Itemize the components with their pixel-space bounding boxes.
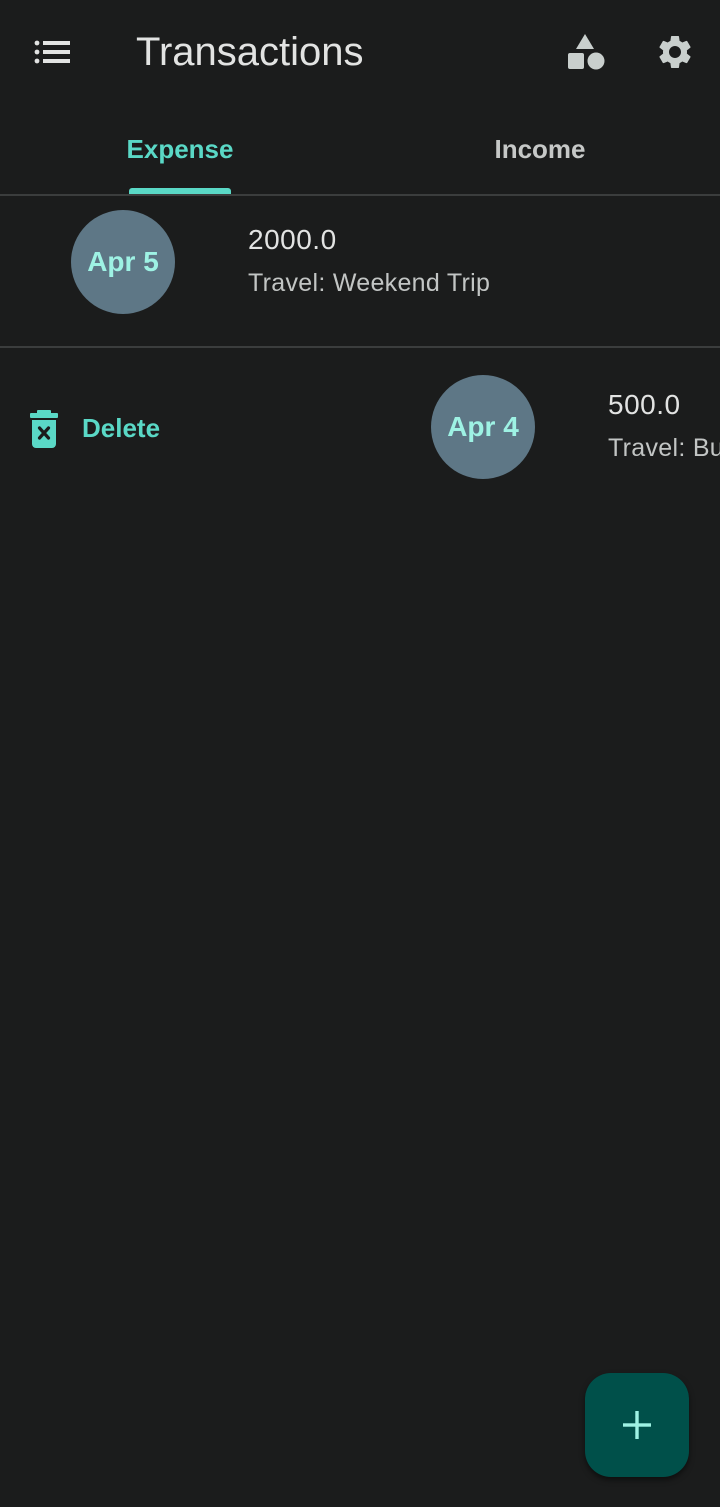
tab-expense[interactable]: Expense: [0, 104, 360, 194]
shapes-icon: [568, 34, 605, 70]
transaction-amount: 2000.0: [248, 224, 337, 255]
menu-button[interactable]: [24, 24, 80, 80]
tab-income[interactable]: Income: [360, 104, 720, 194]
gear-icon: [659, 35, 691, 68]
tab-expense-label: Expense: [126, 133, 234, 164]
settings-button[interactable]: [647, 24, 703, 80]
transaction-row-swiped[interactable]: Delete Apr 4 500.0 Travel: Bu: [0, 347, 720, 497]
page-title: Transactions: [136, 30, 364, 74]
app-bar: Transactions: [0, 0, 720, 104]
delete-button[interactable]: Delete: [26, 403, 160, 453]
list-icon: [34, 40, 70, 64]
tab-indicator: [129, 188, 231, 194]
transaction-description: Travel: Weekend Trip: [248, 269, 491, 297]
delete-icon: [30, 410, 58, 448]
tab-bar: Expense Income: [0, 104, 720, 196]
transaction-date: Apr 4: [447, 411, 519, 442]
categories-button[interactable]: [558, 24, 614, 80]
transaction-description: Travel: Bu: [608, 434, 720, 462]
add-transaction-button[interactable]: [585, 1373, 689, 1477]
plus-icon: [623, 1411, 651, 1439]
transaction-amount: 500.0: [608, 389, 681, 420]
delete-label: Delete: [82, 412, 161, 443]
date-avatar: Apr 4: [431, 375, 535, 479]
transaction-date: Apr 5: [87, 246, 159, 277]
date-avatar: Apr 5: [71, 210, 175, 314]
tab-income-label: Income: [494, 133, 586, 164]
transaction-row[interactable]: Apr 5 2000.0 Travel: Weekend Trip: [0, 196, 720, 348]
